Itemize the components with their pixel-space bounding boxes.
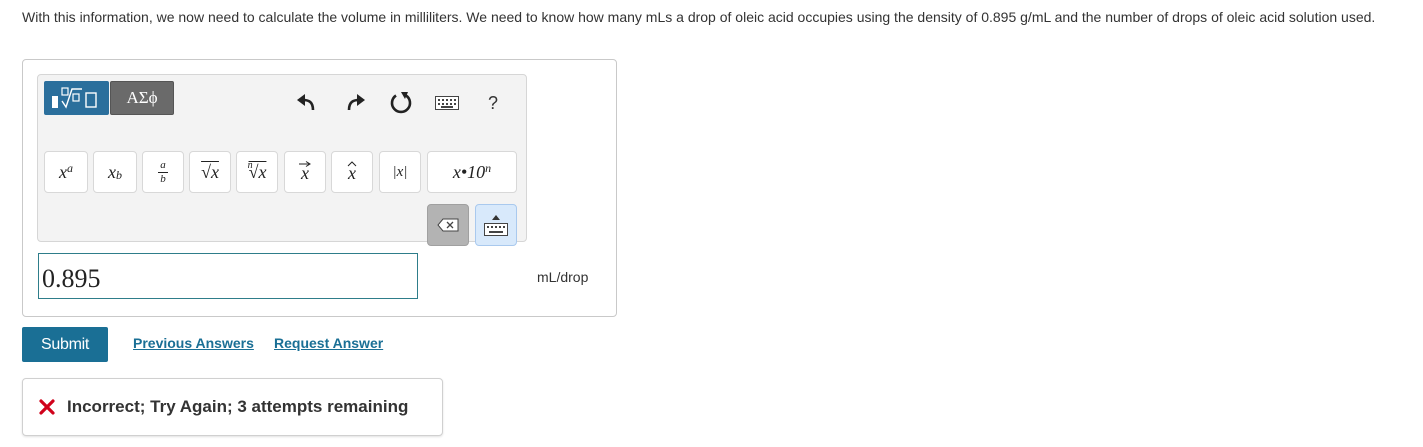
answer-input[interactable]	[38, 253, 418, 299]
templates-tab[interactable]	[44, 81, 109, 115]
sqrt-key-label: √x	[201, 161, 219, 182]
symbols-tab[interactable]: ΑΣϕ	[110, 81, 174, 115]
unit-label: mL/drop	[537, 269, 589, 285]
sci-key-exp: n	[485, 160, 492, 175]
fraction-symbol: a b	[158, 158, 168, 185]
math-toolbar: ΑΣϕ ? xa xb a b √x n √x x x |x| x•10 n	[37, 74, 527, 246]
answer-panel: ΑΣϕ ? xa xb a b √x n √x x x |x| x•10 n 0…	[22, 59, 617, 317]
superscript-key-exp: a	[67, 160, 73, 175]
hat-key-label: x	[348, 162, 356, 183]
symbols-tab-label: ΑΣϕ	[126, 88, 158, 107]
sci-key-label: x•10	[452, 161, 486, 182]
subscript-key-sub: b	[116, 167, 122, 182]
abs-key[interactable]: |x|	[379, 151, 421, 193]
backspace-icon	[437, 218, 459, 232]
vector-key-label: x	[301, 162, 309, 183]
fraction-key[interactable]: a b	[142, 151, 184, 193]
keyboard-icon	[484, 222, 508, 236]
reset-icon[interactable]	[388, 90, 414, 116]
hat-key[interactable]: x	[331, 151, 373, 193]
backspace-key[interactable]	[427, 204, 469, 246]
templates-icon	[51, 87, 97, 109]
nth-root-index: n	[247, 159, 253, 171]
feedback-text: Incorrect; Try Again; 3 attempts remaini…	[67, 397, 409, 416]
incorrect-x-icon	[39, 399, 55, 415]
subscript-key[interactable]: xb	[93, 151, 137, 193]
sqrt-key[interactable]: √x	[189, 151, 231, 193]
subscript-key-base: x	[108, 161, 116, 182]
vector-key[interactable]: x	[284, 151, 326, 193]
submit-button[interactable]: Submit	[22, 327, 108, 362]
fraction-denominator: b	[160, 172, 166, 185]
feedback-message: Incorrect; Try Again; 3 attempts remaini…	[22, 378, 443, 436]
undo-icon[interactable]	[294, 90, 320, 116]
triangle-up-icon	[492, 214, 500, 220]
superscript-key-base: x	[59, 161, 67, 182]
redo-icon[interactable]	[342, 90, 368, 116]
help-button[interactable]: ?	[480, 90, 506, 116]
keyboard-toggle-key[interactable]	[475, 204, 517, 246]
fraction-numerator: a	[160, 158, 166, 171]
question-text: With this information, we now need to ca…	[22, 9, 1376, 25]
scientific-notation-key[interactable]: x•10 n	[427, 151, 517, 193]
abs-key-label: |x|	[392, 163, 408, 180]
nth-root-key[interactable]: n √x	[236, 151, 278, 193]
previous-answers-link[interactable]: Previous Answers	[133, 335, 254, 351]
keyboard-icon[interactable]	[434, 90, 460, 116]
request-answer-link[interactable]: Request Answer	[274, 335, 383, 351]
superscript-key[interactable]: xa	[44, 151, 88, 193]
